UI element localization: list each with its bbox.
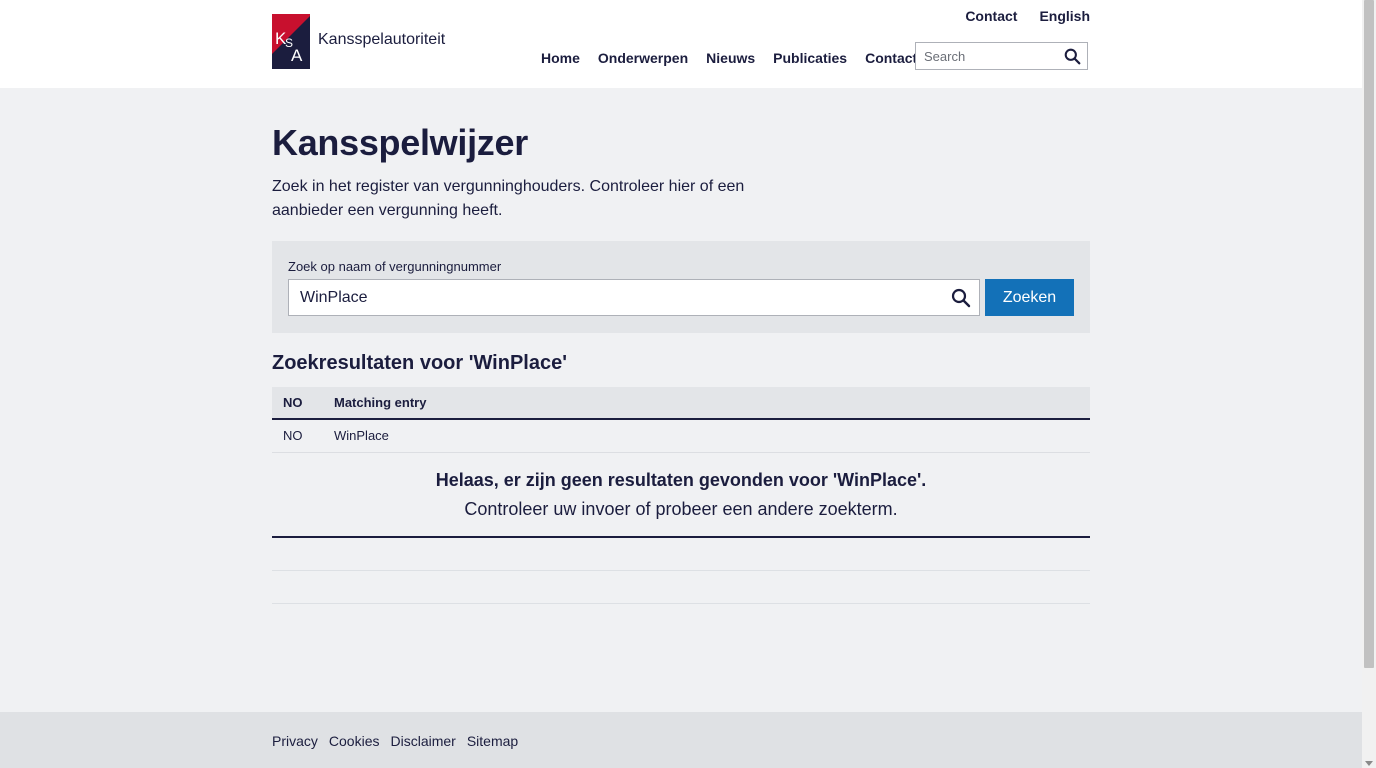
column-header-matching-entry: Matching entry: [334, 395, 427, 410]
scroll-down-arrow-icon[interactable]: [1365, 761, 1373, 766]
main-nav-home[interactable]: Home: [541, 50, 580, 66]
results-table: NO Matching entry NO WinPlace: [272, 387, 1090, 453]
footer-link-privacy[interactable]: Privacy: [272, 733, 318, 749]
util-nav-contact[interactable]: Contact: [965, 8, 1017, 24]
footer-link-sitemap[interactable]: Sitemap: [467, 733, 518, 749]
ksa-logo-icon: K S A: [272, 14, 310, 69]
license-search-input[interactable]: [289, 280, 940, 315]
logo-text: Kansspelautoriteit: [318, 31, 446, 48]
site-header: K S A Kansspelautoriteit Contact English…: [0, 0, 1362, 88]
utility-nav: Contact English: [965, 8, 1090, 24]
table-cell-no: NO: [283, 428, 303, 443]
search-icon[interactable]: [951, 288, 971, 308]
footer-link-disclaimer[interactable]: Disclaimer: [391, 733, 456, 749]
footer-link-cookies[interactable]: Cookies: [329, 733, 380, 749]
search-label: Zoek op naam of vergunningnummer: [288, 259, 502, 274]
license-search-box: [288, 279, 980, 316]
page-scrollbar[interactable]: [1362, 0, 1376, 768]
search-submit-button[interactable]: Zoeken: [985, 279, 1074, 316]
divider: [272, 536, 1090, 538]
table-header: NO Matching entry: [272, 387, 1090, 420]
page-title: Kansspelwijzer: [272, 122, 528, 163]
no-results-title: Helaas, er zijn geen resultaten gevonden…: [435, 470, 927, 490]
util-nav-english[interactable]: English: [1039, 8, 1090, 24]
main-nav-contact[interactable]: Contact: [865, 50, 917, 66]
column-header-no: NO: [283, 395, 303, 410]
home-logo-link[interactable]: K S A Kansspelautoriteit: [272, 14, 445, 69]
divider: [272, 603, 1090, 604]
main-nav: Home Onderwerpen Nieuws Publicaties Cont…: [541, 50, 917, 66]
no-results-hint: Controleer uw invoer of probeer een ande…: [464, 499, 898, 519]
table-cell-matching-entry: WinPlace: [334, 428, 389, 443]
main-nav-nieuws[interactable]: Nieuws: [706, 50, 755, 66]
main-nav-publicaties[interactable]: Publicaties: [773, 50, 847, 66]
scrollbar-thumb[interactable]: [1364, 0, 1374, 668]
no-results-message: Helaas, er zijn geen resultaten gevonden…: [272, 466, 1090, 524]
table-row: NO WinPlace: [272, 420, 1090, 453]
header-search-box: [915, 42, 1088, 70]
results-heading: Zoekresultaten voor 'WinPlace': [272, 352, 567, 374]
footer-nav: Privacy Cookies Disclaimer Sitemap: [272, 733, 518, 749]
main-nav-onderwerpen[interactable]: Onderwerpen: [598, 50, 688, 66]
page-intro: Zoek in het register van vergunninghoude…: [272, 178, 745, 219]
svg-text:A: A: [291, 46, 303, 65]
search-icon[interactable]: [1064, 48, 1081, 65]
page: K S A Kansspelautoriteit Contact English…: [0, 0, 1362, 768]
divider: [272, 570, 1090, 571]
site-footer: Privacy Cookies Disclaimer Sitemap: [0, 712, 1362, 768]
license-search-panel: Zoek op naam of vergunningnummer Zoeken: [272, 241, 1090, 333]
header-search-input[interactable]: [916, 43, 1064, 69]
